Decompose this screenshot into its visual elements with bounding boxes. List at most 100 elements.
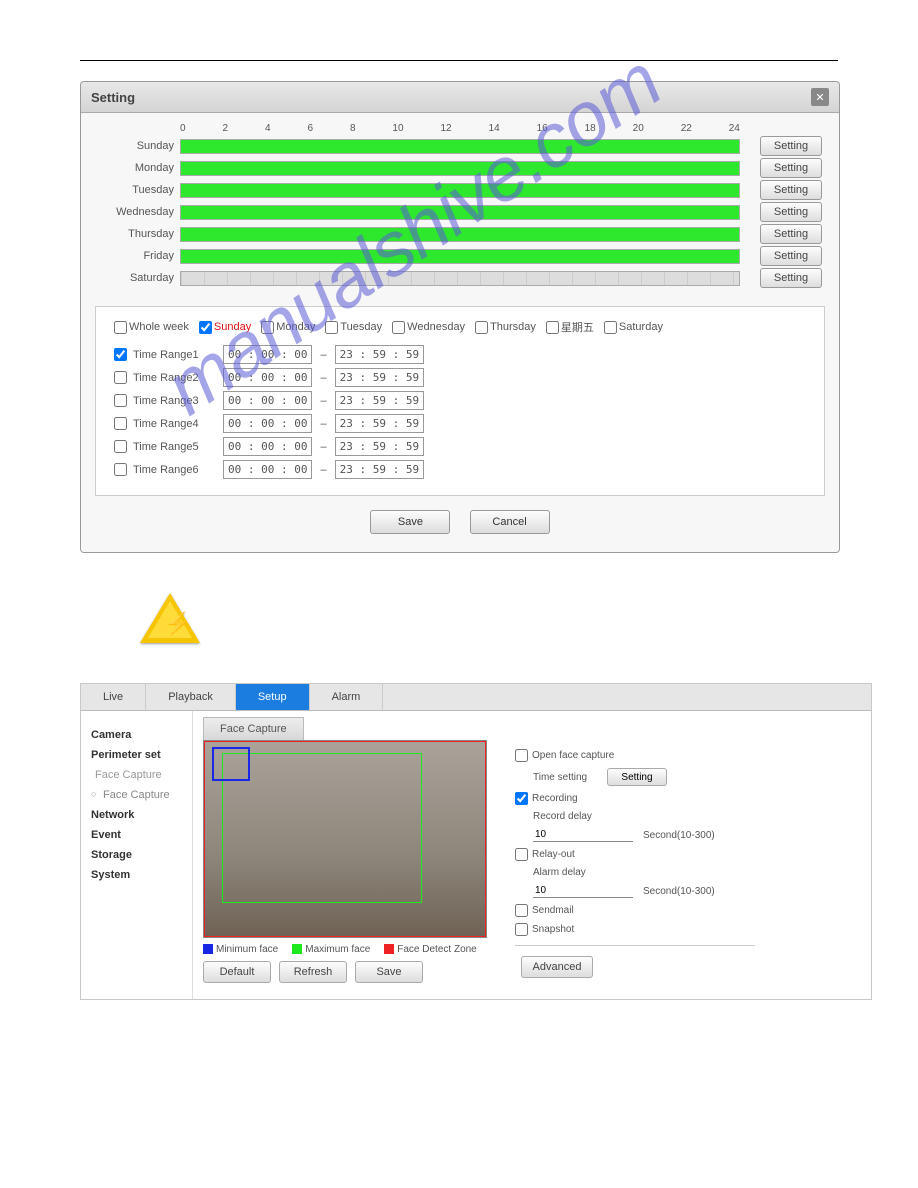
- time-to[interactable]: 23 : 59 : 59: [335, 368, 424, 387]
- time-range-row: Time Range500 : 00 : 00–23 : 59 : 59: [114, 437, 806, 456]
- day-check-星期五[interactable]: 星期五: [546, 319, 594, 335]
- time-range-check[interactable]: [114, 440, 127, 453]
- cancel-button[interactable]: Cancel: [470, 510, 550, 534]
- sendmail-check[interactable]: [515, 904, 528, 917]
- day-label: Wednesday: [95, 206, 180, 218]
- schedule-row-monday: Monday Setting: [95, 158, 825, 178]
- schedule-row-wednesday: Wednesday Setting: [95, 202, 825, 222]
- sidebar-item-perimeter-set[interactable]: Perimeter set: [91, 745, 182, 765]
- time-range-row: Time Range300 : 00 : 00–23 : 59 : 59: [114, 391, 806, 410]
- row-setting-button[interactable]: Setting: [760, 268, 822, 288]
- time-range-panel: Whole week Sunday Monday Tuesday Wednesday Th…: [95, 306, 825, 496]
- day-label: Monday: [95, 162, 180, 174]
- schedule-bar[interactable]: [180, 249, 740, 264]
- close-icon[interactable]: ✕: [811, 88, 829, 106]
- row-setting-button[interactable]: Setting: [760, 136, 822, 156]
- options-panel: Open face capture Time settingSetting Re…: [515, 740, 755, 978]
- schedule-row-tuesday: TuesdaySetting: [95, 180, 825, 200]
- time-from[interactable]: 00 : 00 : 00: [223, 391, 312, 410]
- warning-icon: ⚡: [140, 593, 838, 643]
- sidebar-item-face-capture[interactable]: Face Capture: [91, 765, 182, 785]
- time-range-row: Time Range200 : 00 : 00–23 : 59 : 59: [114, 368, 806, 387]
- day-check-Tuesday[interactable]: Tuesday: [325, 321, 382, 334]
- snapshot-check[interactable]: [515, 923, 528, 936]
- sidebar-item-system[interactable]: System: [91, 865, 182, 885]
- schedule-bar[interactable]: [180, 161, 740, 176]
- row-setting-button[interactable]: Setting: [760, 180, 822, 200]
- day-label: Thursday: [95, 228, 180, 240]
- day-selector: Whole week Sunday Monday Tuesday Wednesday Th…: [114, 319, 806, 335]
- tab-alarm[interactable]: Alarm: [310, 684, 384, 710]
- row-setting-button[interactable]: Setting: [760, 158, 822, 178]
- day-check-Sunday[interactable]: Sunday: [199, 321, 251, 334]
- schedule-dialog: Setting ✕ 0 2 4 6 8 10 12 14 16 18 20 22…: [80, 81, 840, 553]
- sidebar-item-face-capture[interactable]: Face Capture: [91, 785, 182, 805]
- time-from[interactable]: 00 : 00 : 00: [223, 414, 312, 433]
- time-range-check[interactable]: [114, 348, 127, 361]
- tab-live[interactable]: Live: [81, 684, 146, 710]
- day-label: Saturday: [95, 272, 180, 284]
- time-range-check[interactable]: [114, 394, 127, 407]
- day-label: Friday: [95, 250, 180, 262]
- video-preview[interactable]: [203, 740, 487, 938]
- sidebar-item-event[interactable]: Event: [91, 825, 182, 845]
- time-from[interactable]: 00 : 00 : 00: [223, 368, 312, 387]
- tab-playback[interactable]: Playback: [146, 684, 236, 710]
- schedule-row-sunday: Sunday Setting: [95, 136, 825, 156]
- advanced-button[interactable]: Advanced: [521, 956, 593, 978]
- recording-check[interactable]: [515, 792, 528, 805]
- sidebar: CameraPerimeter setFace CaptureFace Capt…: [81, 711, 193, 999]
- time-to[interactable]: 23 : 59 : 59: [335, 437, 424, 456]
- hour-axis: 0 2 4 6 8 10 12 14 16 18 20 22 24: [180, 123, 740, 134]
- schedule-bar[interactable]: [180, 271, 740, 286]
- day-check-Wednesday[interactable]: Wednesday: [392, 321, 465, 334]
- dialog-title: Setting: [91, 90, 135, 105]
- time-to[interactable]: 23 : 59 : 59: [335, 345, 424, 364]
- row-setting-button[interactable]: Setting: [760, 224, 822, 244]
- time-to[interactable]: 23 : 59 : 59: [335, 460, 424, 479]
- day-check-Thursday[interactable]: Thursday: [475, 321, 536, 334]
- subtab-face-capture[interactable]: Face Capture: [203, 717, 304, 740]
- main-tabs: LivePlaybackSetupAlarm: [81, 684, 871, 711]
- schedule-row-friday: Friday Setting: [95, 246, 825, 266]
- maximum-face-box[interactable]: [222, 753, 422, 903]
- page-divider: [80, 60, 838, 61]
- schedule-row-thursday: Thursday Setting: [95, 224, 825, 244]
- row-setting-button[interactable]: Setting: [760, 246, 822, 266]
- save-button[interactable]: Save: [370, 510, 450, 534]
- time-to[interactable]: 23 : 59 : 59: [335, 391, 424, 410]
- day-check-Saturday[interactable]: Saturday: [604, 321, 663, 334]
- open-face-capture-check[interactable]: [515, 749, 528, 762]
- minimum-face-box[interactable]: [212, 747, 250, 781]
- time-range-row: Time Range100 : 00 : 00–23 : 59 : 59: [114, 345, 806, 364]
- refresh-button[interactable]: Refresh: [279, 961, 347, 983]
- day-check-Whole week[interactable]: Whole week: [114, 321, 189, 334]
- relay-out-check[interactable]: [515, 848, 528, 861]
- tab-setup[interactable]: Setup: [236, 684, 310, 710]
- time-range-check[interactable]: [114, 371, 127, 384]
- schedule-bar[interactable]: [180, 227, 740, 242]
- default-button[interactable]: Default: [203, 961, 271, 983]
- day-label: Sunday: [95, 140, 180, 152]
- sidebar-item-storage[interactable]: Storage: [91, 845, 182, 865]
- day-check-Monday[interactable]: Monday: [261, 321, 315, 334]
- alarm-delay-input[interactable]: [533, 884, 633, 898]
- time-range-row: Time Range400 : 00 : 00–23 : 59 : 59: [114, 414, 806, 433]
- time-from[interactable]: 00 : 00 : 00: [223, 460, 312, 479]
- save-button-2[interactable]: Save: [355, 961, 423, 983]
- row-setting-button[interactable]: Setting: [760, 202, 822, 222]
- time-range-row: Time Range600 : 00 : 00–23 : 59 : 59: [114, 460, 806, 479]
- legend: Minimum face Maximum face Face Detect Zo…: [203, 944, 487, 955]
- schedule-bar[interactable]: [180, 183, 740, 198]
- time-range-check[interactable]: [114, 417, 127, 430]
- time-setting-button[interactable]: Setting: [607, 768, 667, 786]
- record-delay-input[interactable]: [533, 828, 633, 842]
- schedule-bar[interactable]: [180, 205, 740, 220]
- time-from[interactable]: 00 : 00 : 00: [223, 345, 312, 364]
- sidebar-item-network[interactable]: Network: [91, 805, 182, 825]
- schedule-bar[interactable]: [180, 139, 740, 154]
- sidebar-item-camera[interactable]: Camera: [91, 725, 182, 745]
- time-to[interactable]: 23 : 59 : 59: [335, 414, 424, 433]
- time-range-check[interactable]: [114, 463, 127, 476]
- time-from[interactable]: 00 : 00 : 00: [223, 437, 312, 456]
